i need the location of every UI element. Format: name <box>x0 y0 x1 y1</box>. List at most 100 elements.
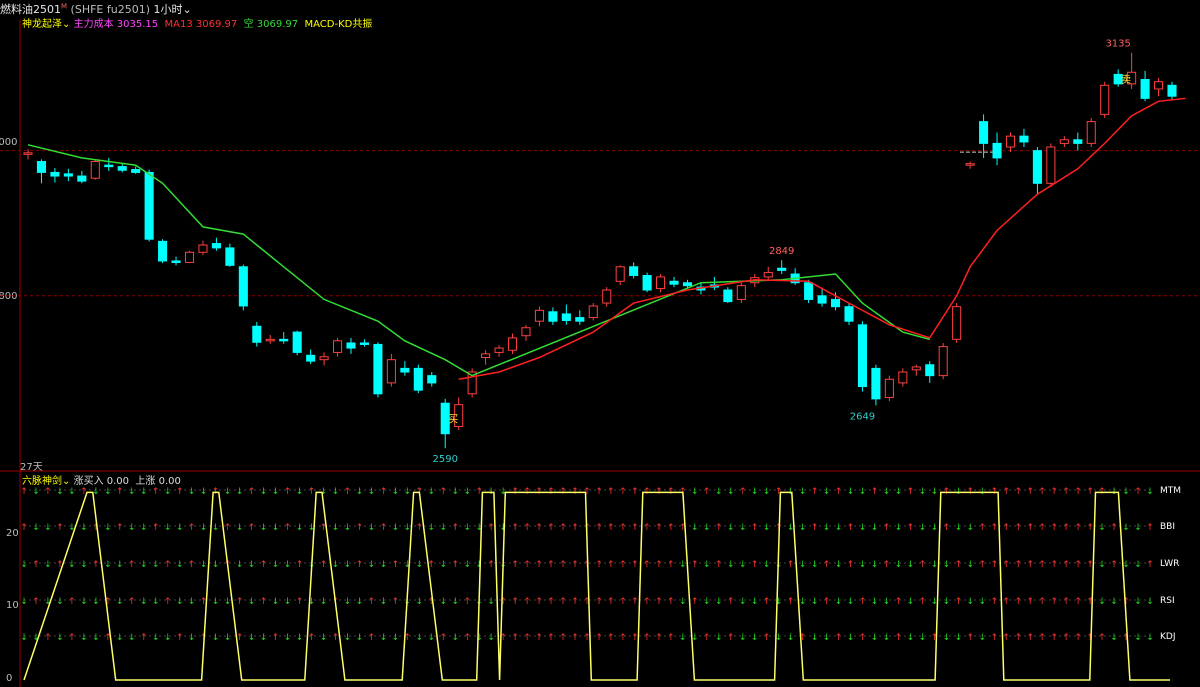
candle-body-28 <box>400 367 410 373</box>
candle-body-70 <box>965 163 975 166</box>
osc-arrow-1-29: ↓ <box>368 523 376 533</box>
candle-body-14 <box>211 243 221 249</box>
osc-arrow-1-43: ↑ <box>535 523 543 533</box>
candle-body-80 <box>1100 84 1110 115</box>
osc-arrow-1-39: ↑ <box>487 523 495 533</box>
osc-arrow-0-17: ↓ <box>224 487 232 497</box>
osc-arrow-3-59: ↑ <box>727 597 735 607</box>
price-annotation-1: 2849 <box>769 246 794 257</box>
osc-arrow-3-46: ↑ <box>571 597 579 607</box>
osc-arrow-4-71: ↓ <box>871 633 879 643</box>
osc-arrow-3-57: ↓ <box>703 597 711 607</box>
osc-arrow-4-12: ↓ <box>164 633 172 643</box>
osc-arrow-1-7: ↓ <box>104 523 112 533</box>
candle-body-44 <box>615 266 625 282</box>
osc-arrow-4-52: ↑ <box>643 633 651 643</box>
candle-body-72 <box>992 142 1002 159</box>
osc-arrow-2-77: ↓ <box>943 560 951 570</box>
candle-body-25 <box>359 342 370 345</box>
osc-arrow-4-24: ↑ <box>308 633 316 643</box>
osc-arrow-1-59: ↓ <box>727 523 735 533</box>
osc-arrow-2-49: ↑ <box>607 560 615 570</box>
candle-body-79 <box>1086 121 1096 144</box>
candle-body-85 <box>1167 84 1177 97</box>
osc-arrow-2-58: ↑ <box>715 560 723 570</box>
osc-arrow-4-36: ↓ <box>451 633 459 643</box>
osc-arrow-1-42: ↑ <box>523 523 531 533</box>
candle-body-3 <box>63 173 73 177</box>
osc-arrow-0-72: ↓ <box>883 487 891 497</box>
osc-arrow-3-77: ↓ <box>943 597 951 607</box>
osc-arrow-4-25: ↓ <box>320 633 328 643</box>
osc-arrow-3-21: ↓ <box>272 597 280 607</box>
candlestick-chart[interactable]: 3135 2849 2649 2590 买 卖 ↑ ↓ ↑ ↓ ↓ ↑ ↓ ↓ ↑ ↓ ↓ ↑ ↓ ↑ ↓ ↓ ↑ ↓ ↓ ↑ ↓… <box>0 0 1200 687</box>
osc-arrow-4-62: ↑ <box>763 633 771 643</box>
osc-arrow-3-36: ↓ <box>451 597 459 607</box>
osc-arrow-3-6: ↓ <box>92 597 100 607</box>
osc-arrow-0-24: ↑ <box>308 487 316 497</box>
osc-arrow-3-60: ↓ <box>739 597 747 607</box>
osc-arrow-1-44: ↑ <box>547 523 555 533</box>
osc-arrow-0-75: ↓ <box>919 487 927 497</box>
osc-arrow-0-22: ↑ <box>284 487 292 497</box>
osc-arrow-0-28: ↓ <box>356 487 364 497</box>
osc-arrow-2-68: ↓ <box>835 560 843 570</box>
osc-arrow-3-90: ↓ <box>1098 597 1106 607</box>
osc-arrow-2-61: ↑ <box>751 560 759 570</box>
osc-arrow-1-31: ↓ <box>392 523 400 533</box>
osc-arrow-2-13: ↓ <box>176 560 184 570</box>
osc-arrow-1-53: ↑ <box>655 523 663 533</box>
osc-arrow-0-93: ↑ <box>1134 487 1142 497</box>
osc-arrow-3-31: ↑ <box>392 597 400 607</box>
osc-arrow-2-76: ↓ <box>931 560 939 570</box>
osc-arrow-2-62: ↓ <box>763 560 771 570</box>
osc-arrow-4-79: ↑ <box>967 633 975 643</box>
osc-arrow-3-35: ↓ <box>439 597 447 607</box>
osc-arrow-2-85: ↑ <box>1038 560 1046 570</box>
osc-arrow-1-48: ↑ <box>595 523 603 533</box>
osc-arrow-1-83: ↑ <box>1014 523 1022 533</box>
osc-arrow-0-86: ↑ <box>1050 487 1058 497</box>
osc-arrow-3-61: ↓ <box>751 597 759 607</box>
osc-arrow-0-59: ↓ <box>727 487 735 497</box>
osc-arrow-1-62: ↓ <box>763 523 771 533</box>
osc-arrow-3-81: ↑ <box>991 597 999 607</box>
osc-arrow-3-49: ↑ <box>607 597 615 607</box>
candle-body-8 <box>131 169 141 173</box>
osc-arrow-3-53: ↑ <box>655 597 663 607</box>
osc-arrow-4-35: ↑ <box>439 633 447 643</box>
osc-arrow-0-48: ↑ <box>595 487 603 497</box>
osc-arrow-2-44: ↑ <box>547 560 555 570</box>
osc-arrow-4-42: ↑ <box>523 633 531 643</box>
osc-arrow-1-40: ↓ <box>499 523 507 533</box>
osc-arrow-0-7: ↓ <box>104 487 112 497</box>
osc-arrow-4-16: ↓ <box>212 633 220 643</box>
candle-body-68 <box>938 346 948 377</box>
candle-body-23 <box>333 340 343 353</box>
candle-body-40 <box>561 313 571 321</box>
osc-arrow-1-68: ↓ <box>835 523 843 533</box>
candle-body-10 <box>158 240 168 262</box>
osc-arrow-0-31: ↓ <box>392 487 400 497</box>
signal-label-1: 卖 <box>1121 74 1131 86</box>
osc-arrow-0-57: ↑ <box>703 487 711 497</box>
osc-arrow-0-12: ↓ <box>164 487 172 497</box>
osc-arrow-4-26: ↑ <box>332 633 340 643</box>
osc-arrow-3-58: ↓ <box>715 597 723 607</box>
osc-arrow-2-69: ↑ <box>847 560 855 570</box>
osc-arrow-0-13: ↑ <box>176 487 184 497</box>
osc-arrow-0-37: ↓ <box>463 487 471 497</box>
osc-arrow-1-60: ↓ <box>739 523 747 533</box>
osc-arrow-0-3: ↓ <box>56 487 64 497</box>
osc-arrow-1-56: ↓ <box>691 523 699 533</box>
candle-body-71 <box>979 121 989 144</box>
candle-body-26 <box>373 343 383 395</box>
osc-arrow-3-19: ↓ <box>248 597 256 607</box>
osc-arrow-1-90: ↓ <box>1098 523 1106 533</box>
osc-arrow-2-22: ↓ <box>284 560 292 570</box>
candle-body-41 <box>575 317 585 322</box>
osc-arrow-0-8: ↑ <box>116 487 124 497</box>
candle-body-74 <box>1019 135 1029 143</box>
osc-arrow-1-51: ↑ <box>631 523 639 533</box>
osc-arrow-1-16: ↓ <box>212 523 220 533</box>
